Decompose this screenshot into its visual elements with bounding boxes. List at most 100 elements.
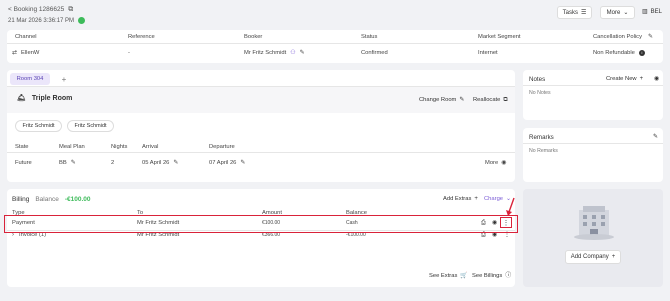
room-type-title: 🛎 Triple Room xyxy=(17,95,72,102)
status-value: Confirmed xyxy=(361,50,388,56)
header-channel: Channel xyxy=(15,34,37,40)
pencil-icon[interactable]: ✎ xyxy=(71,160,76,166)
tab-room-304[interactable]: Room 304 xyxy=(10,73,50,85)
plus-icon: + xyxy=(474,196,478,202)
language-selector[interactable]: ▥ BEL xyxy=(642,9,662,15)
balance-label: Balance xyxy=(35,196,59,203)
annotation-arrow xyxy=(506,197,515,216)
meal-plan-value: BB ✎ xyxy=(59,160,76,166)
header-nights: Nights xyxy=(111,144,128,150)
add-tab-label: + xyxy=(61,74,67,84)
status-dot-icon xyxy=(78,17,86,24)
add-room-tab-button[interactable]: + xyxy=(57,73,71,85)
booking-datetime: 21 Mar 2026 3:36:17 PM xyxy=(8,17,86,24)
guest-chip[interactable]: Fritz Schmidt xyxy=(67,120,114,132)
plus-icon: + xyxy=(639,76,644,82)
bell-icon: 🛎 xyxy=(17,95,26,102)
chevron-down-icon: ⌄ xyxy=(623,9,629,16)
copy-icon: ⧉ xyxy=(503,97,508,103)
add-extras-button[interactable]: Add Extras + xyxy=(443,196,478,202)
notes-title: Notes xyxy=(529,76,546,83)
pencil-icon[interactable]: ✎ xyxy=(300,50,305,56)
market-segment-value: Internet xyxy=(478,50,498,56)
header-reference: Reference xyxy=(128,34,155,40)
arrival-value: 05 April 26 ✎ xyxy=(142,160,178,166)
departure-value: 07 April 26 ✎ xyxy=(209,160,245,166)
header-state: State xyxy=(15,144,29,150)
copy-icon[interactable]: ⧉ xyxy=(68,6,73,13)
building-icon: ▥ xyxy=(642,9,648,15)
more-label: More xyxy=(606,9,621,16)
more-button[interactable]: More ⌄ xyxy=(600,6,635,19)
change-room-label: Change Room xyxy=(419,97,457,103)
user-icon: ⚇ xyxy=(290,50,296,56)
no-remarks-text: No Remarks xyxy=(529,148,558,154)
header-arrival: Arrival xyxy=(142,144,159,150)
create-note-button[interactable]: Create New + xyxy=(606,76,643,82)
reallocate-button[interactable]: Reallocate ⧉ xyxy=(473,97,508,103)
channel-icon: ⇄ xyxy=(12,50,18,56)
header-status: Status xyxy=(361,34,378,40)
add-company-label: Add Company xyxy=(570,254,609,260)
meal-plan-text: BB xyxy=(59,160,67,166)
pencil-icon[interactable]: ✎ xyxy=(173,160,178,166)
reallocate-label: Reallocate xyxy=(473,97,501,103)
datetime-text: 21 Mar 2026 3:36:17 PM xyxy=(8,17,75,24)
billing-card: Billing Balance -€100.00 Add Extras + Ch… xyxy=(7,189,515,287)
booker-text[interactable]: Mr Fritz Schmidt xyxy=(244,50,286,56)
booking-back-label: < Booking 1286625 xyxy=(8,6,65,13)
lang-label: BEL xyxy=(650,9,663,15)
header-market-segment: Market Segment xyxy=(478,34,521,40)
policy-value: Non Refundable i xyxy=(593,50,645,56)
arrival-text: 05 April 26 xyxy=(142,160,170,166)
header-booker: Booker xyxy=(244,34,263,40)
reference-value: - xyxy=(128,50,130,56)
list-icon: ☰ xyxy=(580,9,587,16)
room-more-button[interactable]: More ◉ xyxy=(485,160,506,166)
policy-text: Non Refundable xyxy=(593,50,635,56)
see-billings-button[interactable]: See Billings ⓘ xyxy=(472,273,511,279)
tasks-button[interactable]: Tasks ☰ xyxy=(557,6,592,19)
see-billings-label: See Billings xyxy=(472,273,503,279)
see-extras-button[interactable]: See Extras 🛒 xyxy=(429,273,468,279)
eye-icon[interactable]: ◉ xyxy=(654,76,659,82)
back-link[interactable]: < Booking 1286625 ⧉ xyxy=(8,6,73,13)
room-more-label: More xyxy=(485,160,499,166)
channel-value: ⇄ EllenW xyxy=(12,50,39,56)
company-building-icon xyxy=(574,206,614,240)
company-panel: Add Company + xyxy=(523,189,663,287)
guest-name: Fritz Schmidt xyxy=(22,123,55,129)
eye-icon: ◉ xyxy=(501,160,507,166)
remarks-title: Remarks xyxy=(529,134,554,141)
guest-name: Fritz Schmidt xyxy=(74,123,107,129)
guest-chip[interactable]: Fritz Schmidt xyxy=(15,120,62,132)
plus-icon: + xyxy=(611,254,616,260)
header-cancellation-policy: Cancellation Policy ✎ xyxy=(593,34,653,40)
header-meal-plan: Meal Plan xyxy=(59,144,85,150)
no-notes-text: No Notes xyxy=(529,90,551,96)
room-card: Room 304 + 🛎 Triple Room Change Room ✎ R… xyxy=(7,70,515,182)
see-extras-label: See Extras xyxy=(429,273,458,279)
booker-value: Mr Fritz Schmidt ⚇ ✎ xyxy=(244,50,305,56)
info-icon: ⓘ xyxy=(505,273,512,279)
cart-icon: 🛒 xyxy=(460,273,468,279)
balance-value: -€100.00 xyxy=(64,196,91,203)
room-tab-label: Room 304 xyxy=(16,76,44,82)
pencil-icon[interactable]: ✎ xyxy=(648,34,653,40)
change-room-button[interactable]: Change Room ✎ xyxy=(419,97,464,103)
create-new-label: Create New xyxy=(606,76,637,82)
billing-title: Billing xyxy=(12,196,30,203)
pencil-icon[interactable]: ✎ xyxy=(653,134,658,140)
tasks-label: Tasks xyxy=(562,9,578,16)
remarks-panel: Remarks ✎ No Remarks xyxy=(523,128,663,182)
channel-text: EllenW xyxy=(21,50,40,56)
policy-header-text: Cancellation Policy xyxy=(593,34,642,40)
departure-text: 07 April 26 xyxy=(209,160,237,166)
pencil-icon[interactable]: ✎ xyxy=(240,160,245,166)
state-value: Future xyxy=(15,160,32,166)
notes-panel: Notes Create New + ◉ No Notes xyxy=(523,70,663,120)
billing-header: Billing Balance -€100.00 xyxy=(12,196,91,203)
info-icon[interactable]: i xyxy=(638,50,645,56)
nights-value: 2 xyxy=(111,160,115,166)
add-company-button[interactable]: Add Company + xyxy=(565,250,621,264)
